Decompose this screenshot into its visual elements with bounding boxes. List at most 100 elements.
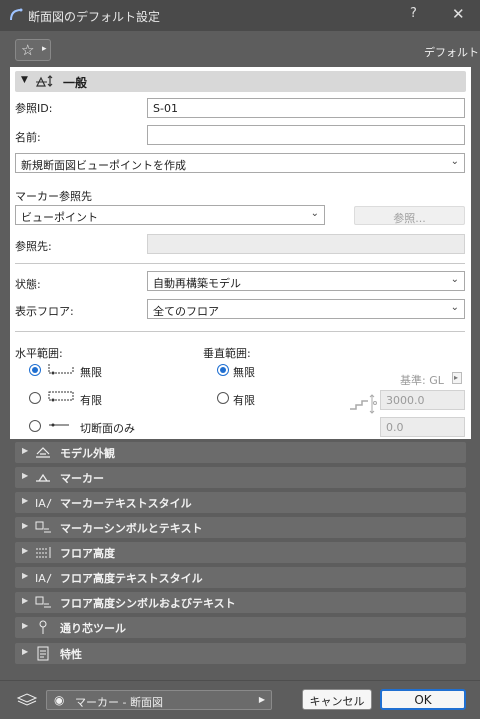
help-button[interactable]: ?: [410, 6, 417, 21]
section-marker[interactable]: ▶ マーカー: [15, 467, 466, 488]
section-floor-level[interactable]: ▶ フロア高度: [15, 542, 466, 563]
expand-arrow-icon: ▶: [22, 446, 29, 455]
horizontal-option-label: 無限: [80, 366, 102, 379]
chevron-right-icon: ▸: [454, 373, 459, 382]
text-style-icon: IA: [35, 497, 52, 510]
ref-to-label: 参照先:: [15, 240, 52, 253]
top-height-input[interactable]: 3000.0: [380, 390, 465, 410]
show-floor-label: 表示フロア:: [15, 305, 74, 318]
general-panel-header[interactable]: ▼ 一般: [15, 71, 466, 92]
horizontal-finite-radio[interactable]: [29, 392, 41, 404]
svg-text:IA: IA: [35, 572, 46, 585]
section-properties[interactable]: ▶ 特性: [15, 643, 466, 664]
vertical-option-label: 無限: [233, 366, 255, 379]
section-default-settings-dialog: 断面図のデフォルト設定 ? ✕ ☆ ▸ デフォルト ▼ 一般 参照ID: S-0…: [0, 0, 480, 719]
section-label: マーカーテキストスタイル: [60, 497, 192, 510]
marker-ref-label: マーカー参照先: [15, 190, 92, 203]
general-panel: ▼ 一般 参照ID: S-01 名前: 新規断面図ビューポイントを作成 ⌄ マー…: [10, 67, 471, 439]
chevron-down-icon: ⌄: [450, 302, 459, 313]
horizontal-cut-only-radio[interactable]: [29, 420, 41, 432]
horizontal-option-label: 切断面のみ: [80, 422, 135, 435]
title-bar: 断面図のデフォルト設定 ? ✕: [0, 0, 480, 31]
section-tool-icon: [10, 8, 23, 21]
show-floor-select[interactable]: 全てのフロア ⌄: [147, 299, 465, 319]
section-grid-tool[interactable]: ▶ 通り芯ツール: [15, 617, 466, 638]
vertical-finite-radio[interactable]: [217, 392, 229, 404]
section-label: マーカーシンボルとテキスト: [60, 522, 203, 535]
chevron-right-icon: ▸: [42, 44, 47, 54]
section-label: フロア高度シンボルおよびテキスト: [60, 597, 236, 610]
vertical-option-label: 有限: [233, 394, 255, 407]
divider: [15, 331, 465, 332]
symbol-text-icon: [35, 596, 51, 608]
section-label: フロア高度: [60, 547, 115, 560]
section-label: 通り芯ツール: [60, 622, 126, 635]
collapse-arrow-icon: ▼: [21, 75, 28, 85]
vertical-range-icon: [350, 394, 377, 414]
marker-icon: [36, 473, 50, 482]
favorites-button[interactable]: ☆ ▸: [15, 39, 51, 61]
section-floor-level-symbol-text[interactable]: ▶ フロア高度シンボルおよびテキスト: [15, 592, 466, 613]
expand-arrow-icon: ▶: [22, 546, 29, 555]
svg-text:IA: IA: [35, 497, 46, 510]
base-label: 基準: GL: [400, 374, 444, 387]
cancel-button[interactable]: キャンセル: [302, 689, 372, 710]
show-floor-value: 全てのフロア: [153, 305, 219, 318]
status-select[interactable]: 自動再構築モデル ⌄: [147, 271, 465, 291]
status-value: 自動再構築モデル: [153, 277, 241, 290]
horizontal-option-label: 有限: [80, 394, 102, 407]
expand-arrow-icon: ▶: [22, 471, 29, 480]
layers-icon: [16, 693, 38, 706]
marker-ref-select[interactable]: ビューポイント ⌄: [15, 205, 325, 225]
bottom-height-input[interactable]: 0.0: [380, 417, 465, 437]
status-label: 状態:: [15, 278, 41, 291]
expand-arrow-icon: ▶: [22, 571, 29, 580]
section-label: 特性: [60, 648, 82, 661]
ref-to-input[interactable]: [147, 234, 465, 254]
divider: [15, 263, 465, 264]
chevron-right-icon: ▶: [258, 695, 265, 704]
expand-arrow-icon: ▶: [22, 596, 29, 605]
section-label: モデル外観: [60, 447, 115, 460]
name-label: 名前:: [15, 131, 41, 144]
grid-tool-icon: [39, 620, 47, 634]
ok-button[interactable]: OK: [380, 689, 466, 710]
horizontal-infinite-icon: [48, 364, 74, 375]
footer-divider: [0, 680, 480, 681]
horizontal-finite-icon: [48, 391, 74, 402]
chevron-down-icon: ⌄: [450, 274, 459, 285]
properties-icon: [37, 646, 49, 661]
horizontal-range-label: 水平範囲:: [15, 347, 63, 360]
browse-button[interactable]: 参照...: [354, 206, 465, 225]
ref-id-label: 参照ID:: [15, 102, 53, 115]
horizontal-cut-only-icon: [49, 423, 69, 427]
vertical-infinite-radio[interactable]: [217, 364, 229, 376]
dialog-title: 断面図のデフォルト設定: [28, 10, 161, 24]
viewpoint-creation-value: 新規断面図ビューポイントを作成: [21, 159, 186, 172]
close-button[interactable]: ✕: [452, 5, 465, 23]
name-input[interactable]: [147, 125, 465, 145]
vertical-range-label: 垂直範囲:: [203, 347, 251, 360]
section-marker-text-style[interactable]: ▶ IA マーカーテキストスタイル: [15, 492, 466, 513]
expand-arrow-icon: ▶: [22, 521, 29, 530]
marker-ref-value: ビューポイント: [21, 211, 98, 224]
expand-arrow-icon: ▶: [22, 496, 29, 505]
section-label: マーカー: [60, 472, 104, 485]
general-panel-title: 一般: [63, 76, 88, 90]
floor-level-icon: [36, 547, 51, 558]
expand-arrow-icon: ▶: [22, 647, 29, 656]
section-general-icon: [36, 75, 53, 87]
layer-select[interactable]: ◉ マーカー - 断面図 ▶: [46, 690, 272, 710]
default-label: デフォルト: [424, 46, 479, 59]
section-model-appearance[interactable]: ▶ モデル外観: [15, 442, 466, 463]
ref-id-input[interactable]: S-01: [147, 98, 465, 118]
section-floor-level-text-style[interactable]: ▶ IA フロア高度テキストスタイル: [15, 567, 466, 588]
expand-arrow-icon: ▶: [22, 621, 29, 630]
chevron-down-icon: ⌄: [450, 156, 459, 167]
text-style-icon: IA: [35, 572, 52, 585]
section-marker-symbol-text[interactable]: ▶ マーカーシンボルとテキスト: [15, 517, 466, 538]
viewpoint-creation-select[interactable]: 新規断面図ビューポイントを作成 ⌄: [15, 153, 465, 173]
model-appearance-icon: [36, 447, 50, 458]
section-label: フロア高度テキストスタイル: [60, 572, 203, 585]
horizontal-infinite-radio[interactable]: [29, 364, 41, 376]
